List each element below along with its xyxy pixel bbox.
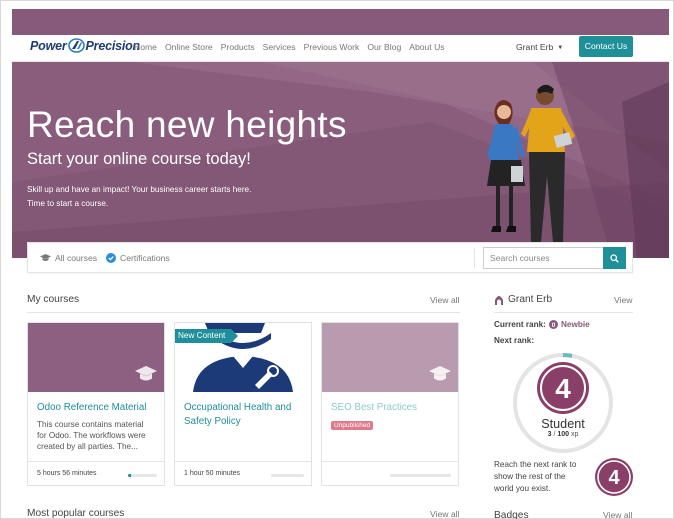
hero-title: Reach new heights xyxy=(27,104,347,145)
reach-next-rank-line: world you exist. xyxy=(494,484,551,493)
course-duration: 1 hour 50 minutes xyxy=(184,470,241,477)
reach-next-rank-line: show the rest of the xyxy=(494,472,566,481)
nav-about-us[interactable]: About Us xyxy=(409,42,444,52)
xp-target: 100 xyxy=(557,431,570,438)
nav-links: Home Online Store Products Services Prev… xyxy=(134,42,445,52)
user-avatar-icon xyxy=(495,296,503,305)
certification-badge-icon xyxy=(106,253,116,263)
xp-progress-text: 3 / 100 xp xyxy=(513,431,613,438)
new-content-badge: New Content xyxy=(175,329,239,343)
filter-certifications[interactable]: Certifications xyxy=(106,253,170,263)
course-card-title[interactable]: Occupational Health and Safety Policy xyxy=(184,401,306,429)
profile-header: Grant Erb xyxy=(494,294,552,305)
search-box xyxy=(483,247,626,269)
course-card-footer: 1 hour 50 minutes xyxy=(175,461,311,485)
course-filter-bar: All courses Certifications xyxy=(27,242,633,273)
popular-view-all-link[interactable]: View all xyxy=(430,509,459,519)
profile-view-link[interactable]: View xyxy=(614,295,632,305)
hero-description: Skill up and have an impact! Your busine… xyxy=(27,183,251,211)
unpublished-badge: Unpublished xyxy=(331,421,374,430)
rank-progress-ring: 4 xyxy=(513,353,613,453)
next-rank-level: 4 xyxy=(555,373,571,404)
nav-online-store[interactable]: Online Store xyxy=(165,42,213,52)
rank-badge-icon: 0 xyxy=(549,320,558,329)
small-rank-level: 4 xyxy=(608,467,620,489)
logo-text-right: Precision xyxy=(85,38,141,53)
course-card-seo-best-practices[interactable]: SEO Best Practices Unpublished xyxy=(321,322,459,486)
badges-view-all-link[interactable]: View all xyxy=(603,510,632,519)
user-name: Grant Erb xyxy=(516,42,554,52)
course-card-title[interactable]: Odoo Reference Material xyxy=(37,401,159,415)
search-input[interactable] xyxy=(484,248,603,268)
rank-badge-small-icon: 4 xyxy=(595,458,633,496)
search-button[interactable] xyxy=(603,247,626,269)
my-courses-title: My courses xyxy=(27,294,80,305)
course-progress-bar xyxy=(271,474,304,477)
current-rank: 0 Newbie xyxy=(549,320,590,329)
xp-unit: xp xyxy=(569,431,579,438)
hero-description-line: Skill up and have an impact! Your busine… xyxy=(27,185,252,194)
course-card-occupational-health[interactable]: New Content Occupational Health and Safe… xyxy=(174,322,312,486)
hero-description-line: Time to start a course. xyxy=(27,199,109,208)
nav-services[interactable]: Services xyxy=(263,42,296,52)
course-card-image xyxy=(322,323,458,392)
course-progress-fill xyxy=(128,474,131,477)
next-rank-label: Next rank: xyxy=(494,336,535,345)
course-card-description: This course contains material for Odoo. … xyxy=(37,419,159,452)
next-rank-name: Student xyxy=(541,417,585,431)
nav-previous-work[interactable]: Previous Work xyxy=(304,42,360,52)
filter-all-courses-label: All courses xyxy=(55,253,98,263)
hero-banner: Reach new heights Start your online cour… xyxy=(12,62,669,258)
course-card-description-line: This course contains material xyxy=(37,420,144,429)
nav-products[interactable]: Products xyxy=(221,42,255,52)
reach-next-rank-line: Reach the next rank to xyxy=(494,460,577,469)
profile-divider xyxy=(494,312,633,313)
course-duration: 5 hours 56 minutes xyxy=(37,470,97,477)
course-card-title-line: Occupational Health and xyxy=(184,402,292,413)
course-progress-bar xyxy=(128,474,157,477)
filter-divider xyxy=(474,248,475,268)
filter-all-courses[interactable]: All courses xyxy=(40,253,97,263)
course-card-title-line: Safety Policy xyxy=(184,416,241,427)
reach-next-rank-text: Reach the next rank to show the rest of … xyxy=(494,459,590,495)
graduation-cap-icon xyxy=(429,366,451,381)
user-menu[interactable]: Grant Erb ▼ xyxy=(516,42,563,52)
logo-text-left: Power xyxy=(30,38,67,53)
profile-name[interactable]: Grant Erb xyxy=(508,294,552,305)
course-card-footer xyxy=(322,461,458,485)
site-logo[interactable]: Power Precision xyxy=(30,38,140,53)
section-divider xyxy=(27,312,460,313)
most-popular-courses-title: Most popular courses xyxy=(27,508,125,519)
course-card-footer: 5 hours 56 minutes xyxy=(28,461,164,485)
hero-people-illustration xyxy=(487,84,575,248)
course-progress-bar xyxy=(390,474,451,477)
hero-subtitle: Start your online course today! xyxy=(27,150,251,168)
top-bar xyxy=(12,9,669,35)
caret-down-icon: ▼ xyxy=(557,45,564,51)
badges-title: Badges xyxy=(494,510,529,519)
nav-home[interactable]: Home xyxy=(134,42,157,52)
course-card-description-line: for Odoo. The workflows were xyxy=(37,431,146,440)
logo-mark-icon xyxy=(67,38,85,53)
filter-certifications-label: Certifications xyxy=(120,253,170,263)
course-card-image: New Content xyxy=(175,323,311,392)
search-icon xyxy=(610,253,619,263)
course-card-title[interactable]: SEO Best Practices xyxy=(331,401,453,415)
my-courses-view-all-link[interactable]: View all xyxy=(430,295,459,305)
graduation-cap-icon xyxy=(135,366,157,381)
course-card-odoo-reference[interactable]: Odoo Reference Material This course cont… xyxy=(27,322,165,486)
graduation-cap-icon xyxy=(40,254,51,261)
contact-us-button[interactable]: Contact Us xyxy=(579,36,633,57)
navbar: Power Precision Home Online Store Produc… xyxy=(12,35,669,62)
course-card-description-line: created by all parties. The... xyxy=(37,442,138,451)
current-rank-name: Newbie xyxy=(561,320,590,329)
course-card-image xyxy=(28,323,164,392)
current-rank-label: Current rank: xyxy=(494,320,546,329)
svg-text:0: 0 xyxy=(552,322,556,329)
nav-our-blog[interactable]: Our Blog xyxy=(367,42,401,52)
